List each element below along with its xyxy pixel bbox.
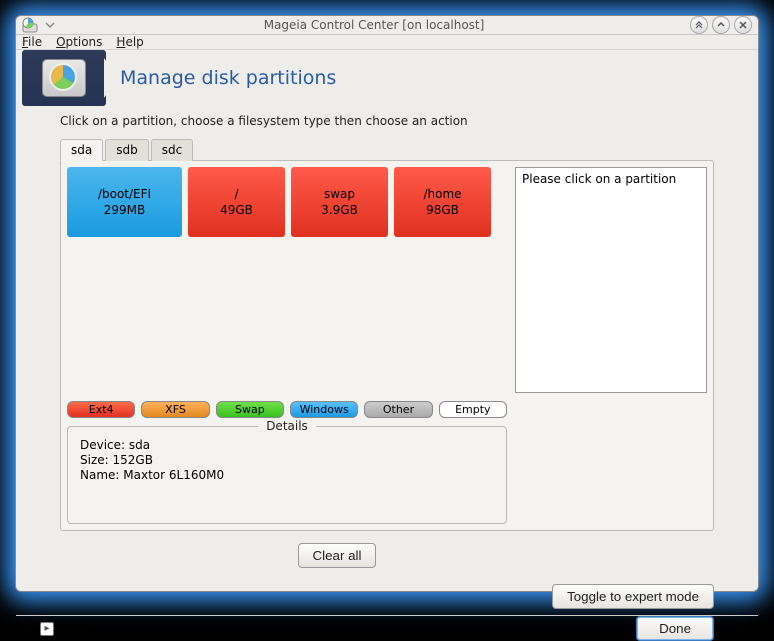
detail-size: Size: 152GB (80, 453, 494, 467)
done-button[interactable]: Done (636, 616, 714, 641)
partitions: /boot/EFI 299MB / 49GB swap 3.9GB/home 98GB (67, 167, 507, 393)
expert-row: Toggle to expert mode (60, 584, 714, 609)
window-title: Mageia Control Center [on localhost] (62, 18, 686, 32)
partition-size: 98GB (426, 203, 459, 217)
titlebar: Mageia Control Center [on localhost] (16, 16, 758, 35)
legend-ext4: Ext4 (67, 401, 135, 418)
menu-file[interactable]: File (22, 35, 42, 49)
tab-sdc[interactable]: sdc (151, 139, 193, 161)
menubar: File Options Help (16, 35, 758, 50)
partition-2[interactable]: swap 3.9GB (291, 167, 388, 237)
partition-size: 299MB (104, 203, 146, 217)
menu-help[interactable]: Help (116, 35, 143, 49)
help-icon: ▸ (40, 622, 54, 636)
disk-icon (22, 50, 106, 106)
partition-size: 3.9GB (321, 203, 358, 217)
legend-empty: Empty (439, 401, 507, 418)
close-button[interactable] (734, 16, 752, 34)
content: Click on a partition, choose a filesyste… (16, 106, 758, 615)
legend-other: Other (364, 401, 432, 418)
help-link[interactable]: ▸ Help (40, 622, 85, 636)
partition-label: / (234, 187, 238, 201)
details-box: Details Device: sda Size: 152GB Name: Ma… (67, 426, 507, 524)
minimize-button[interactable] (690, 16, 708, 34)
legend: Ext4 XFS Swap Windows Other Empty (67, 401, 507, 418)
window: Mageia Control Center [on localhost] Fil… (15, 15, 759, 592)
tab-sda[interactable]: sda (60, 139, 103, 161)
menu-options[interactable]: Options (56, 35, 102, 49)
partition-label: /boot/EFI (98, 187, 151, 201)
legend-windows: Windows (290, 401, 358, 418)
detail-name: Name: Maxtor 6L160M0 (80, 468, 494, 482)
partition-1[interactable]: / 49GB (188, 167, 285, 237)
info-panel: Please click on a partition (515, 167, 707, 393)
disk-tabs: sda sdb sdc (60, 138, 714, 160)
app-icon (22, 17, 38, 33)
instruction-text: Click on a partition, choose a filesyste… (60, 114, 714, 128)
tab-sdb[interactable]: sdb (105, 139, 149, 161)
disk-panel: /boot/EFI 299MB / 49GB swap 3.9GB/home 98GB Pl… (60, 160, 714, 531)
clear-all-button[interactable]: Clear all (298, 543, 377, 568)
help-label: Help (58, 622, 85, 636)
detail-device: Device: sda (80, 438, 494, 452)
dropdown-icon[interactable] (42, 17, 58, 33)
partition-label: /home (423, 187, 461, 201)
details-title: Details (258, 419, 316, 433)
legend-swap: Swap (216, 401, 284, 418)
clear-row: Clear all (0, 543, 714, 568)
legend-xfs: XFS (141, 401, 209, 418)
partition-size: 49GB (220, 203, 253, 217)
maximize-button[interactable] (712, 16, 730, 34)
page-header: Manage disk partitions (16, 50, 758, 106)
footer: ▸ Help Done (16, 615, 758, 641)
toggle-expert-button[interactable]: Toggle to expert mode (552, 584, 714, 609)
partition-0[interactable]: /boot/EFI 299MB (67, 167, 182, 237)
partition-label: swap (324, 187, 355, 201)
page-title: Manage disk partitions (120, 67, 336, 89)
partition-3[interactable]: /home 98GB (394, 167, 491, 237)
